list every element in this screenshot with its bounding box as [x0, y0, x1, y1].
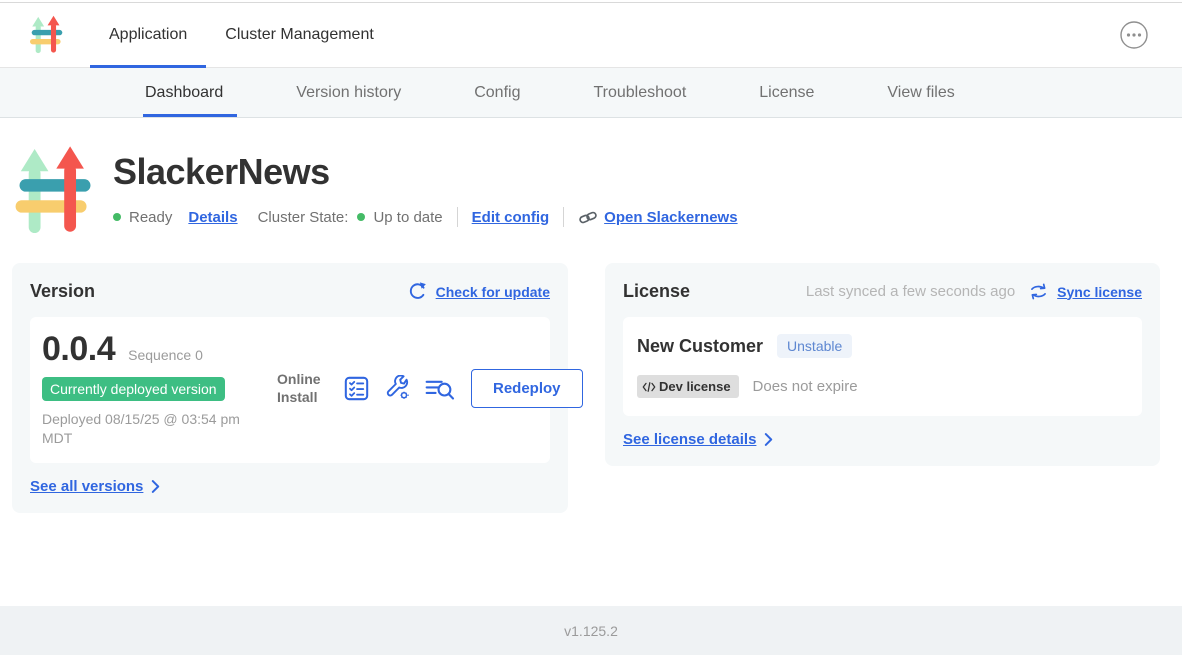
app-status-label: Ready	[129, 209, 172, 226]
console-version: v1.125.2	[564, 623, 618, 639]
preflight-checklist-icon[interactable]	[343, 375, 370, 402]
wrench-gear-icon[interactable]	[384, 375, 411, 402]
tab-application[interactable]: Application	[90, 3, 206, 67]
primary-header: Application Cluster Management	[0, 3, 1182, 68]
page-title: SlackerNews	[113, 151, 738, 193]
tab-cluster-management[interactable]: Cluster Management	[206, 3, 393, 67]
divider	[457, 207, 458, 227]
chain-link-icon	[578, 210, 598, 225]
app-hero: SlackerNews Ready Details Cluster State:…	[0, 118, 1182, 237]
tab-application-label: Application	[109, 26, 187, 44]
subnav-license-label: License	[759, 84, 814, 102]
current-version-panel: 0.0.4 Sequence 0 Currently deployed vers…	[30, 317, 550, 463]
main-content: SlackerNews Ready Details Cluster State:…	[0, 118, 1182, 606]
code-brackets-icon	[642, 382, 656, 392]
app-status-dot	[113, 213, 121, 221]
subnav-view-files[interactable]: View files	[887, 68, 954, 117]
lines-magnifier-icon[interactable]	[425, 376, 455, 401]
chevron-right-icon	[764, 433, 773, 446]
open-app-link-label: Open Slackernews	[604, 209, 737, 226]
version-card-title: Version	[30, 281, 95, 302]
app-status-row: Ready Details Cluster State: Up to date …	[113, 207, 738, 227]
app-logo-icon	[30, 15, 64, 55]
page: Application Cluster Management Dashboard…	[0, 0, 1182, 655]
deployed-status-badge: Currently deployed version	[42, 377, 225, 401]
subnav-troubleshoot-label: Troubleshoot	[593, 84, 686, 102]
subnav-config-label: Config	[474, 84, 520, 102]
see-all-versions-link[interactable]: See all versions	[30, 478, 143, 495]
ellipsis-circle-icon	[1119, 38, 1149, 53]
license-card: License Last synced a few seconds ago	[605, 263, 1160, 466]
details-link[interactable]: Details	[188, 209, 237, 226]
channel-badge: Unstable	[777, 334, 852, 358]
primary-tabs: Application Cluster Management	[90, 3, 393, 67]
footer: v1.125.2	[0, 606, 1182, 655]
cluster-state-label: Cluster State:	[258, 209, 349, 226]
chevron-right-icon	[151, 480, 160, 493]
subnav-view-files-label: View files	[887, 84, 954, 102]
customer-name: New Customer	[637, 336, 763, 357]
install-type-label: Online Install	[277, 371, 329, 406]
dashboard-cards: Version Check for update	[12, 263, 1170, 513]
subnav-version-history[interactable]: Version history	[296, 68, 401, 117]
app-subnav: Dashboard Version history Config Trouble…	[0, 68, 1182, 118]
subnav-license[interactable]: License	[759, 68, 814, 117]
app-logo-large-icon	[15, 145, 95, 237]
see-license-details-link[interactable]: See license details	[623, 431, 756, 448]
version-sequence: Sequence 0	[128, 347, 203, 363]
version-card: Version Check for update	[12, 263, 568, 513]
arrows-swap-icon	[1029, 283, 1048, 300]
sync-license-link[interactable]: Sync license	[1057, 284, 1142, 300]
subnav-dashboard-label: Dashboard	[145, 84, 223, 102]
license-card-title: License	[623, 281, 690, 302]
edit-config-link[interactable]: Edit config	[472, 209, 550, 226]
subnav-config[interactable]: Config	[474, 68, 520, 117]
license-type-badge-label: Dev license	[659, 379, 731, 394]
check-for-update-link[interactable]: Check for update	[436, 284, 550, 300]
license-panel: New Customer Unstable	[623, 317, 1142, 416]
subnav-troubleshoot[interactable]: Troubleshoot	[593, 68, 686, 117]
deployed-timestamp: Deployed 08/15/25 @ 03:54 pm MDT	[42, 410, 262, 448]
license-type-badge: Dev license	[637, 375, 739, 398]
subnav-dashboard[interactable]: Dashboard	[145, 68, 223, 117]
subnav-version-history-label: Version history	[296, 84, 401, 102]
cluster-state-dot	[357, 213, 365, 221]
redeploy-button[interactable]: Redeploy	[471, 369, 583, 408]
divider	[563, 207, 564, 227]
last-synced-label: Last synced a few seconds ago	[806, 283, 1015, 300]
open-app-link[interactable]: Open Slackernews	[578, 209, 737, 226]
tab-cluster-management-label: Cluster Management	[225, 26, 374, 44]
license-expiry: Does not expire	[753, 378, 858, 395]
version-number: 0.0.4	[42, 330, 115, 369]
overflow-menu-button[interactable]	[1119, 20, 1149, 50]
cluster-state-value: Up to date	[373, 209, 442, 226]
refresh-icon	[408, 282, 427, 301]
